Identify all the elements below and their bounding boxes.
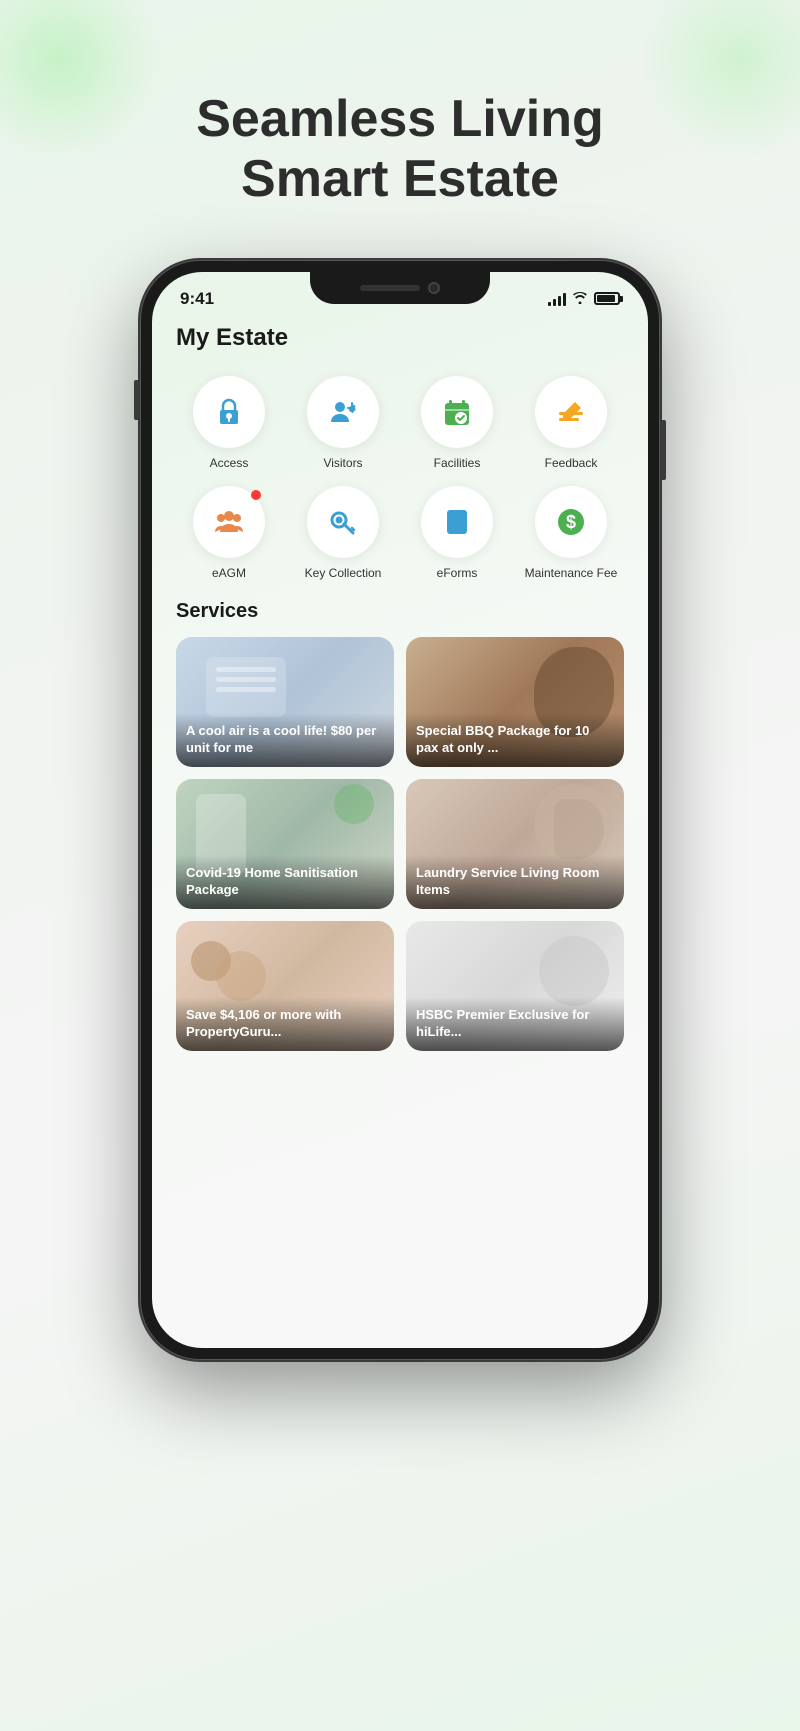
visitors-icon: + — [325, 394, 361, 430]
eforms-label: eForms — [437, 566, 478, 580]
maintenance-fee-label: Maintenance Fee — [525, 566, 618, 580]
notification-dot — [251, 490, 261, 500]
facilities-label: Facilities — [434, 456, 481, 470]
icon-circle-eagm — [193, 486, 265, 558]
eagm-icon — [211, 504, 247, 540]
phone-frame: 9:41 — [140, 260, 660, 1360]
service-card-overlay-bbq: Special BBQ Package for 10 pax at only .… — [406, 713, 624, 767]
service-laundry-text: Laundry Service Living Room Items — [416, 865, 614, 899]
notch-speaker — [360, 285, 420, 291]
feedback-label: Feedback — [545, 456, 598, 470]
service-hsbc-text: HSBC Premier Exclusive for hiLife... — [416, 1007, 614, 1041]
icon-circle-facilities — [421, 376, 493, 448]
service-property-text: Save $4,106 or more with PropertyGuru... — [186, 1007, 384, 1041]
notch-camera — [428, 282, 440, 294]
signal-icon — [548, 292, 566, 306]
service-card-air[interactable]: A cool air is a cool life! $80 per unit … — [176, 637, 394, 767]
service-card-overlay: A cool air is a cool life! $80 per unit … — [176, 713, 394, 767]
access-icon — [211, 394, 247, 430]
key-collection-label: Key Collection — [305, 566, 382, 580]
service-bbq-text: Special BBQ Package for 10 pax at only .… — [416, 723, 614, 757]
eforms-icon — [439, 504, 475, 540]
key-collection-icon — [325, 504, 361, 540]
phone-notch — [310, 272, 490, 304]
section-title: My Estate — [176, 324, 624, 352]
feedback-icon — [553, 394, 589, 430]
icon-item-maintenance-fee[interactable]: $ Maintenance Fee — [518, 486, 624, 580]
icon-item-facilities[interactable]: Facilities — [404, 376, 510, 470]
battery-icon — [594, 292, 620, 305]
service-card-overlay-hsbc: HSBC Premier Exclusive for hiLife... — [406, 997, 624, 1051]
icon-item-feedback[interactable]: Feedback — [518, 376, 624, 470]
icon-item-access[interactable]: Access — [176, 376, 282, 470]
icon-item-key-collection[interactable]: Key Collection — [290, 486, 396, 580]
service-card-overlay-covid: Covid-19 Home Sanitisation Package — [176, 855, 394, 909]
icon-circle-visitors: + — [307, 376, 379, 448]
status-time: 9:41 — [180, 289, 214, 309]
icon-circle-eforms — [421, 486, 493, 558]
service-covid-text: Covid-19 Home Sanitisation Package — [186, 865, 384, 899]
eagm-label: eAGM — [212, 566, 246, 580]
icon-circle-key-collection — [307, 486, 379, 558]
service-card-bbq[interactable]: Special BBQ Package for 10 pax at only .… — [406, 637, 624, 767]
wifi-icon — [572, 291, 588, 307]
phone-inner: 9:41 — [152, 272, 648, 1348]
phone-wrapper: 9:41 — [0, 260, 800, 1360]
service-card-laundry[interactable]: Laundry Service Living Room Items — [406, 779, 624, 909]
svg-text:+: + — [349, 403, 356, 417]
service-card-property[interactable]: Save $4,106 or more with PropertyGuru... — [176, 921, 394, 1051]
icon-item-visitors[interactable]: + Visitors — [290, 376, 396, 470]
service-card-overlay-property: Save $4,106 or more with PropertyGuru... — [176, 997, 394, 1051]
services-title: Services — [176, 600, 624, 623]
service-card-covid[interactable]: Covid-19 Home Sanitisation Package — [176, 779, 394, 909]
service-air-text: A cool air is a cool life! $80 per unit … — [186, 723, 384, 757]
service-card-overlay-laundry: Laundry Service Living Room Items — [406, 855, 624, 909]
facilities-icon — [439, 394, 475, 430]
visitors-label: Visitors — [323, 456, 362, 470]
icon-grid: Access + — [176, 376, 624, 580]
status-icons — [548, 291, 620, 307]
icon-circle-access — [193, 376, 265, 448]
service-card-hsbc[interactable]: HSBC Premier Exclusive for hiLife... — [406, 921, 624, 1051]
icon-item-eagm[interactable]: eAGM — [176, 486, 282, 580]
app-content[interactable]: My Estate Access — [152, 316, 648, 1348]
maintenance-fee-icon: $ — [553, 504, 589, 540]
icon-circle-maintenance-fee: $ — [535, 486, 607, 558]
icon-circle-feedback — [535, 376, 607, 448]
icon-item-eforms[interactable]: eForms — [404, 486, 510, 580]
access-label: Access — [210, 456, 249, 470]
services-grid: A cool air is a cool life! $80 per unit … — [176, 637, 624, 1051]
svg-text:$: $ — [566, 512, 576, 532]
